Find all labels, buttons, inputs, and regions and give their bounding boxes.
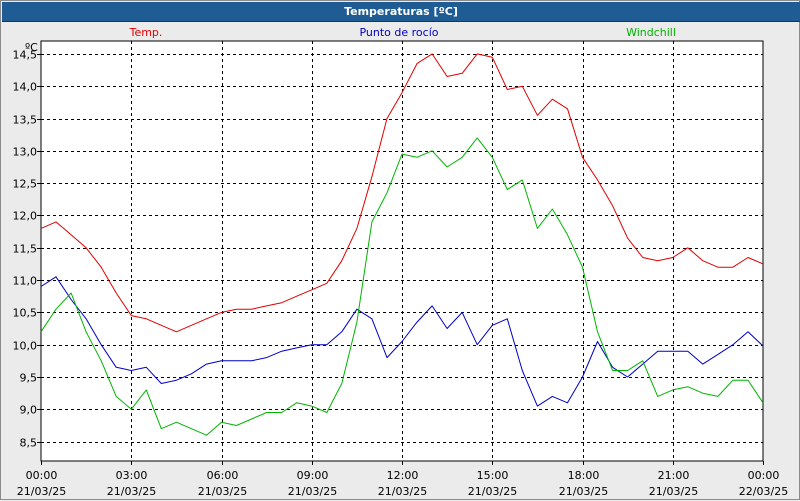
x-tick-date-label: 22/03/25 <box>739 485 788 498</box>
temperature-chart: 8,5 9,0 9,5 10,0 10,5 11,0 11,5 12,0 12,5 13,0 13,… <box>13 26 789 498</box>
y-tick-label: 13,5 <box>13 114 38 127</box>
y-tick-label: 12,0 <box>13 210 38 223</box>
y-tick-label: 8,5 <box>20 437 38 450</box>
x-tick-date-label: 21/03/25 <box>288 485 337 498</box>
y-tick-label: 11,5 <box>13 243 38 256</box>
x-tick-time-label: 00:00 <box>748 469 780 482</box>
x-tick-time-label: 15:00 <box>477 469 509 482</box>
x-tick-date-label: 21/03/25 <box>559 485 608 498</box>
y-unit-label: ºC <box>25 41 38 54</box>
x-tick-time-label: 00:00 <box>26 469 58 482</box>
x-tick-time-label: 03:00 <box>116 469 148 482</box>
x-tick-date-label: 21/03/25 <box>468 485 517 498</box>
y-tick-label: 10,5 <box>13 307 38 320</box>
y-tick-label: 9,0 <box>20 404 38 417</box>
legend-entry: Windchill <box>626 26 676 39</box>
x-tick-date-label: 21/03/25 <box>107 485 156 498</box>
x-tick-time-label: 06:00 <box>207 469 239 482</box>
x-tick-date-label: 21/03/25 <box>198 485 247 498</box>
x-axis: 00:00 21/03/25 03:00 21/03/25 06:00 21/03/25 0… <box>17 461 788 498</box>
y-axis: 8,5 9,0 9,5 10,0 10,5 11,0 11,5 12,0 12,5 13,0 13,… <box>13 41 41 450</box>
x-tick-time-label: 12:00 <box>387 469 419 482</box>
y-tick-label: 13,0 <box>13 146 38 159</box>
x-tick-time-label: 21:00 <box>658 469 690 482</box>
chart-window: Temperaturas [ºC] 8,5 9,0 9,5 10,0 10,5 11,0 1… <box>0 0 800 500</box>
x-tick-time-label: 09:00 <box>297 469 329 482</box>
y-tick-label: 12,5 <box>13 178 38 191</box>
x-tick-date-label: 21/03/25 <box>17 485 66 498</box>
y-tick-label: 11,0 <box>13 275 38 288</box>
legend: Temp. Punto de rocío Windchill <box>129 26 676 39</box>
y-tick-label: 14,0 <box>13 81 38 94</box>
legend-entry: Punto de rocío <box>359 26 438 39</box>
y-tick-label: 9,5 <box>20 372 38 385</box>
legend-entry: Temp. <box>129 26 163 39</box>
x-tick-time-label: 18:00 <box>568 469 600 482</box>
y-tick-label: 10,0 <box>13 340 38 353</box>
x-tick-date-label: 21/03/25 <box>649 485 698 498</box>
x-tick-date-label: 21/03/25 <box>378 485 427 498</box>
